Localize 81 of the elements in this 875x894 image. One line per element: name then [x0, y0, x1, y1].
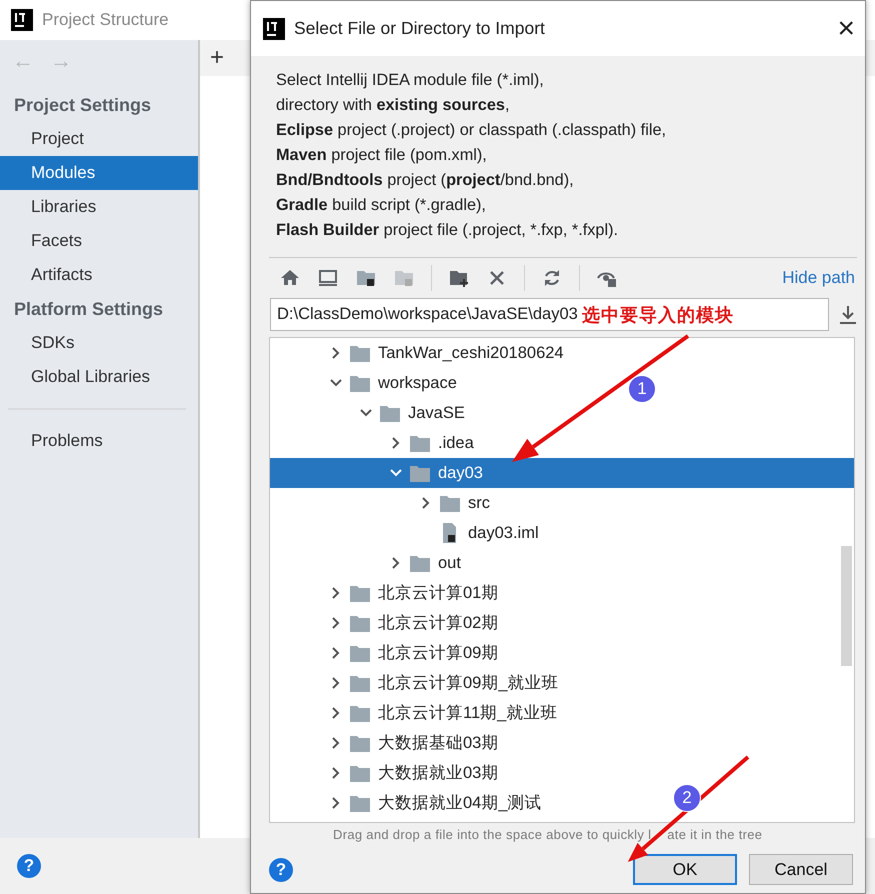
ok-button[interactable]: OK [633, 854, 737, 885]
section-title: Platform Settings [13, 298, 164, 321]
chevron-right-icon[interactable] [330, 617, 342, 629]
folder-icon [350, 614, 370, 632]
description-line: Eclipse project (.project) or classpath (.classpath) file, [276, 120, 668, 141]
description-line: Gradle build script (*.gradle), [276, 195, 487, 216]
tree-item-label[interactable]: 北京云计算01期 [378, 582, 498, 604]
folder-icon [350, 764, 370, 782]
chevron-down-icon[interactable] [330, 377, 342, 389]
folder-icon [410, 464, 430, 482]
sidebar-item[interactable]: Libraries [0, 190, 198, 224]
tree-item-label[interactable]: 北京云计算02期 [378, 612, 498, 634]
tree-item-label[interactable]: 大数据就业04期_测试 [378, 792, 542, 814]
chevron-down-icon[interactable] [360, 407, 372, 419]
tree-item-label[interactable]: src [468, 494, 490, 512]
folder-icon [350, 374, 370, 392]
hint-text: ate it in the tree [667, 827, 762, 842]
tree-item-label[interactable]: day03.iml [468, 524, 539, 542]
folder-icon [440, 494, 460, 512]
folder-icon [350, 344, 370, 362]
path-field[interactable]: D:\ClassDemo\workspace\JavaSE\day03 选中要导入的模块 [270, 298, 829, 331]
description-line: Bnd/Bndtools project (project/bnd.bnd), [276, 170, 575, 191]
hint-text: Drag and drop a file into the space above to quickly l [333, 827, 652, 842]
tree-item-label[interactable]: 北京云计算09期 [378, 642, 498, 664]
sidebar-item[interactable]: Project [0, 122, 198, 156]
tree-item-label[interactable]: 大数据基础03期 [378, 732, 498, 754]
app-logo-icon [263, 18, 285, 40]
add-button[interactable]: + [200, 44, 224, 72]
chevron-right-icon[interactable] [420, 497, 432, 509]
chevron-right-icon[interactable] [330, 707, 342, 719]
tree-item-label[interactable]: 北京云计算09期_就业班 [378, 672, 559, 694]
chevron-right-icon[interactable] [390, 557, 402, 569]
tree-item-label[interactable]: .idea [438, 434, 474, 452]
sidebar-item[interactable]: Facets [0, 224, 198, 258]
folder-icon [350, 734, 370, 752]
description-line: Flash Builder project file (.project, *.fxp, *.fxpl). [276, 220, 620, 241]
section-title: Project Settings [13, 94, 152, 117]
sidebar-item[interactable]: SDKs [0, 326, 198, 360]
tree-item-label[interactable]: workspace [378, 374, 457, 392]
tree-item-label[interactable]: day03 [438, 464, 483, 482]
chevron-right-icon[interactable] [330, 587, 342, 599]
close-button[interactable]: × [837, 14, 855, 44]
description-line: directory with existing sources, [276, 95, 510, 116]
chevron-right-icon[interactable] [390, 437, 402, 449]
cancel-button[interactable]: Cancel [749, 854, 853, 885]
folder-icon [410, 554, 430, 572]
folder-icon [350, 674, 370, 692]
app-logo-icon [11, 9, 33, 31]
chevron-right-icon[interactable] [330, 767, 342, 779]
help-button[interactable]: ? [17, 854, 41, 878]
sidebar-item[interactable]: Artifacts [0, 258, 198, 292]
scrollbar-thumb[interactable] [841, 546, 852, 666]
sidebar-item[interactable]: Problems [0, 424, 198, 458]
tree-item-label[interactable]: 北京云计算11期_就业班 [378, 702, 558, 724]
help-button[interactable]: ? [269, 858, 293, 882]
dialog-title: Select File or Directory to Import [294, 18, 545, 39]
tree-item-label[interactable]: 大数据就业03期 [378, 762, 498, 784]
folder-icon [350, 644, 370, 662]
chevron-right-icon[interactable] [330, 347, 342, 359]
monitor-icon[interactable] [317, 267, 339, 289]
annotation-text: 选中要导入的模块 [582, 304, 734, 326]
description-line: Select Intellij IDEA module file (*.iml), [276, 70, 545, 91]
folder-icon [380, 404, 400, 422]
sidebar-item[interactable]: Global Libraries [0, 360, 198, 394]
sidebar-item[interactable]: Modules [0, 156, 198, 190]
tree-item-label[interactable]: JavaSE [408, 404, 465, 422]
folder-icon [350, 704, 370, 722]
tree-item-label[interactable]: out [438, 554, 461, 572]
download-icon[interactable] [839, 304, 857, 324]
tree-item-label[interactable]: TankWar_ceshi20180624 [378, 344, 564, 362]
window-title: Project Structure [42, 10, 169, 30]
hide-path-link[interactable]: Hide path [782, 268, 855, 288]
chevron-right-icon[interactable] [330, 797, 342, 809]
chevron-down-icon[interactable] [390, 467, 402, 479]
chevron-right-icon[interactable] [330, 737, 342, 749]
folder-icon [410, 434, 430, 452]
folder-icon [350, 584, 370, 602]
chevron-right-icon[interactable] [330, 647, 342, 659]
chevron-right-icon[interactable] [330, 677, 342, 689]
description-line: Maven project file (pom.xml), [276, 145, 488, 166]
folder-icon [350, 794, 370, 812]
